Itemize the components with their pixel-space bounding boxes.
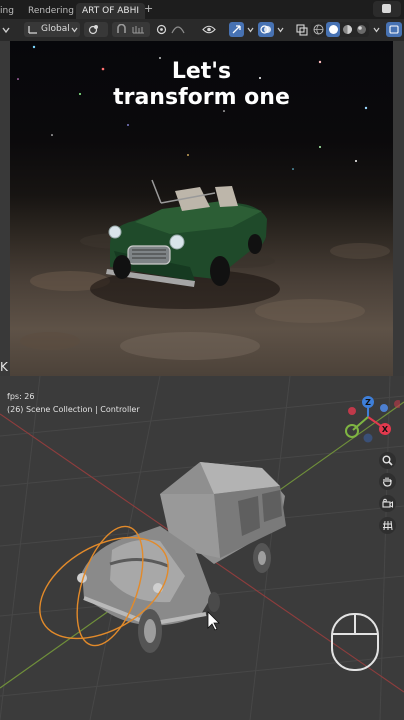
snap-target-icon — [132, 26, 144, 34]
mouse-pointer-icon — [207, 611, 220, 631]
gizmo-icon — [232, 25, 241, 34]
camera-view-button[interactable] — [379, 495, 396, 512]
snap-dropdown[interactable] — [112, 22, 150, 37]
overlay-icon — [260, 25, 271, 34]
tab-shading[interactable]: ing — [0, 3, 14, 19]
3d-viewport[interactable]: fps: 26 (26) Scene Collection | Controll… — [0, 376, 404, 720]
transform-orientation-dropdown[interactable]: Global — [24, 22, 80, 37]
workspace-tab-bar: ing Rendering ART OF ABHI + — [0, 0, 404, 19]
green-car-model — [90, 179, 280, 309]
chevron-down-icon[interactable] — [2, 26, 10, 34]
camera-view-icon — [389, 25, 399, 34]
tab-art-of-abhi[interactable]: ART OF ABHI — [76, 3, 145, 19]
zoom-button[interactable] — [379, 452, 396, 469]
chevron-down-icon[interactable] — [247, 27, 254, 33]
proportional-edit-icon — [156, 24, 167, 35]
caption-line-2: transform one — [113, 85, 290, 110]
gizmo-toggle[interactable] — [229, 22, 244, 37]
pan-button[interactable] — [379, 473, 396, 490]
viewport-header: Global — [0, 19, 404, 42]
shading-material-icon[interactable] — [342, 24, 353, 35]
chevron-down-icon — [71, 27, 78, 33]
caption-line-1: Let's — [171, 59, 232, 84]
render-preview: Let's transform one — [10, 41, 393, 376]
zoom-icon — [382, 455, 393, 466]
transform-orientation-icon — [28, 26, 37, 34]
scene-selector-button[interactable] — [373, 1, 401, 17]
proportional-edit-dropdown[interactable] — [154, 22, 188, 37]
transform-orientation-label: Global — [41, 24, 70, 34]
fps-readout: fps: 26 — [7, 392, 35, 401]
grey-car-model — [77, 462, 286, 653]
add-workspace-button[interactable]: + — [144, 2, 153, 15]
editor-type-button[interactable] — [386, 22, 402, 37]
hand-pan-icon — [382, 477, 392, 487]
gizmo-z-label: Z — [365, 398, 371, 407]
shading-mode-group — [311, 22, 369, 37]
overlays-toggle[interactable] — [258, 22, 274, 37]
scene-info: (26) Scene Collection | Controller — [7, 405, 140, 414]
navigation-gizmo[interactable]: Z X — [338, 394, 400, 444]
mouse-icon — [331, 613, 379, 671]
shading-solid-icon — [329, 25, 338, 34]
right-panel-edge — [393, 41, 404, 376]
gizmo-x-label: X — [382, 425, 389, 434]
left-panel-edge — [0, 41, 10, 376]
side-letter: K — [0, 360, 8, 374]
xray-icon[interactable] — [296, 24, 308, 36]
shading-rendered-icon[interactable] — [356, 24, 367, 35]
visibility-icon — [202, 25, 216, 34]
snap-icon — [117, 24, 126, 33]
shading-wireframe-icon[interactable] — [313, 24, 324, 35]
chevron-down-icon[interactable] — [277, 27, 284, 33]
chevron-down-icon[interactable] — [373, 27, 380, 33]
grid-icon — [383, 520, 393, 531]
ortho-toggle-button[interactable] — [379, 517, 396, 534]
pivot-point-dropdown[interactable] — [84, 22, 108, 37]
falloff-curve-icon — [171, 26, 185, 34]
pivot-icon — [88, 25, 98, 35]
tab-rendering[interactable]: Rendering — [28, 3, 74, 19]
visibility-dropdown[interactable] — [200, 22, 226, 37]
camera-icon — [382, 498, 393, 508]
